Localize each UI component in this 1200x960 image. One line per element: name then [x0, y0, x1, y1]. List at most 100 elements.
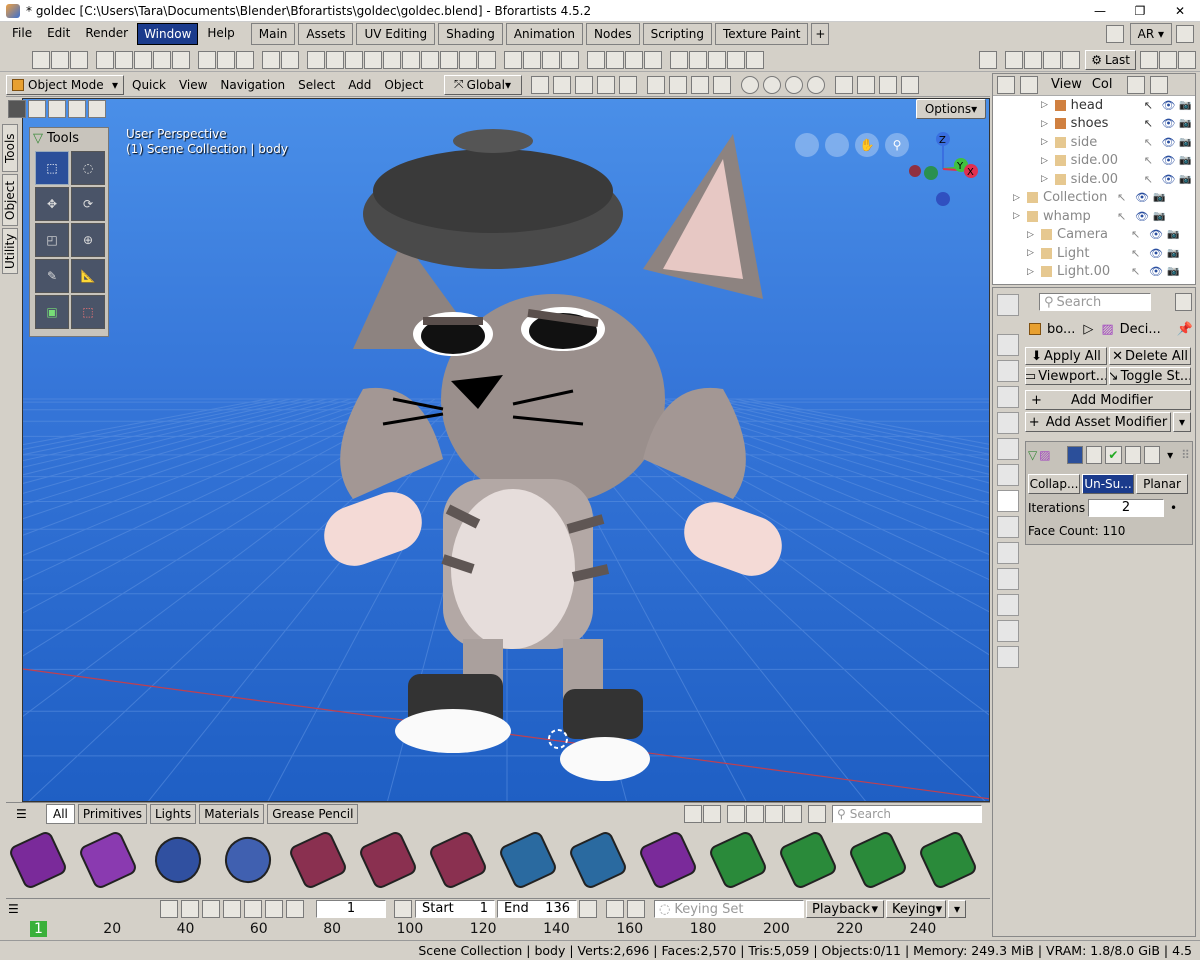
shelf-tab-grease-pencil[interactable]: Grease Pencil	[267, 804, 359, 824]
shelf-search-input[interactable]: ⚲ Search	[832, 805, 982, 823]
frame-icon[interactable]	[900, 75, 919, 94]
timeline-menu-icon[interactable]: ☰	[8, 902, 158, 916]
tab-utility-side[interactable]: Utility	[2, 228, 18, 274]
outliner-row[interactable]: ▷ side ↖ 👁 📷	[993, 133, 1195, 152]
local-view-icon[interactable]	[878, 75, 897, 94]
editor-type-icon[interactable]	[997, 75, 1015, 94]
mode-collapse-button[interactable]: Collap...	[1028, 474, 1080, 494]
screen-icon[interactable]	[1062, 50, 1081, 69]
jump-end-icon[interactable]	[265, 900, 283, 918]
shading-material-icon[interactable]	[784, 75, 803, 94]
edit-mode-toggle-icon[interactable]	[1066, 446, 1083, 464]
outliner-row[interactable]: ▷ whamp ↖ 👁 📷	[993, 207, 1195, 226]
play-reverse-icon[interactable]	[202, 900, 220, 918]
overlay-icon[interactable]	[690, 75, 709, 94]
selectable-icon[interactable]: ↖	[1144, 117, 1162, 130]
open-file-icon[interactable]	[51, 50, 69, 69]
asset-item[interactable]	[776, 825, 840, 895]
visibility-eye-icon[interactable]: 👁	[1149, 265, 1167, 278]
render-camera-icon[interactable]: 📷	[1179, 137, 1195, 148]
shading-solid-icon[interactable]	[762, 75, 781, 94]
asset-item[interactable]	[356, 825, 420, 895]
frame-clock-icon[interactable]	[394, 900, 412, 918]
physics-properties-icon[interactable]	[997, 542, 1019, 564]
selectability-icon[interactable]	[646, 75, 665, 94]
render-camera-icon[interactable]: 📷	[1167, 248, 1183, 259]
select-tool-icon[interactable]: ⬚	[35, 151, 69, 185]
shelf-display-icon[interactable]	[727, 805, 745, 823]
material-sphere-icon[interactable]	[606, 50, 624, 69]
properties-options-icon[interactable]	[1174, 293, 1192, 311]
region-icon[interactable]	[1140, 50, 1158, 69]
folder-icon[interactable]	[96, 50, 114, 69]
camera-add-icon[interactable]	[459, 50, 477, 69]
select-all-icon[interactable]	[670, 50, 688, 69]
selectable-icon[interactable]: ↖	[1131, 228, 1149, 241]
tab-uv-editing[interactable]: UV Editing	[356, 23, 436, 45]
expand-arrow-icon[interactable]: ▷	[1041, 174, 1055, 184]
shelf-menu-icon[interactable]: ☰	[16, 807, 46, 821]
loop-icon[interactable]	[286, 900, 304, 918]
menu-object[interactable]: Object	[379, 75, 428, 95]
menu-quick[interactable]: Quick	[127, 75, 171, 95]
expand-arrow-icon[interactable]: ▷	[1041, 156, 1055, 166]
undo-history-icon[interactable]	[236, 50, 254, 69]
render-animation-icon[interactable]	[281, 50, 299, 69]
select-circle-tool-icon[interactable]: ◌	[71, 151, 105, 185]
modifier-properties-icon[interactable]	[997, 490, 1019, 512]
jump-key-back-icon[interactable]	[181, 900, 199, 918]
expand-arrow-icon[interactable]: ▷	[1027, 267, 1041, 277]
outliner-menu-view[interactable]: View	[1051, 77, 1082, 92]
proportional-icon[interactable]	[596, 75, 615, 94]
light-add-icon[interactable]	[478, 50, 496, 69]
viewport-check-icon[interactable]: ✔	[1105, 446, 1122, 464]
tab-nodes[interactable]: Nodes	[586, 23, 640, 45]
gizmo-icon[interactable]	[668, 75, 687, 94]
auto-keying-record-icon[interactable]	[627, 900, 645, 918]
shelf-filter-icon[interactable]	[684, 805, 702, 823]
snap-icon[interactable]	[552, 75, 571, 94]
visibility-eye-icon[interactable]: 👁	[1149, 247, 1167, 260]
tab-shading[interactable]: Shading	[438, 23, 503, 45]
measure-tool-icon[interactable]: 📐	[71, 259, 105, 293]
render-camera-icon[interactable]: 📷	[1153, 211, 1169, 222]
outliner-row[interactable]: ▷ head ↖ 👁 📷	[993, 96, 1195, 115]
world-properties-icon[interactable]	[997, 438, 1019, 460]
selectable-icon[interactable]: ↖	[1144, 136, 1162, 149]
pivot-icon[interactable]	[530, 75, 549, 94]
texture-properties-icon[interactable]	[997, 646, 1019, 668]
expand-arrow-icon[interactable]: ▷	[1041, 100, 1055, 110]
render-camera-icon[interactable]: 📷	[1167, 266, 1183, 277]
selectable-icon[interactable]: ↖	[1144, 154, 1162, 167]
maximize-button[interactable]: ❐	[1120, 4, 1160, 18]
add-primitive-tool-icon[interactable]: ⬚	[71, 295, 105, 329]
mode-planar-button[interactable]: Planar	[1136, 474, 1188, 494]
add-cube-tool-icon[interactable]: ▣	[35, 295, 69, 329]
outliner-menu-col[interactable]: Col	[1092, 77, 1113, 92]
render-preview-icon[interactable]	[644, 50, 662, 69]
history-icon[interactable]	[1043, 50, 1062, 69]
empty-icon[interactable]	[440, 50, 458, 69]
surface-icon[interactable]	[345, 50, 363, 69]
axis-gizmo[interactable]: Z Y X	[903, 129, 983, 209]
outliner-row[interactable]: ▷ Collection ↖ 👁 📷	[993, 189, 1195, 208]
import-icon[interactable]	[153, 50, 171, 69]
selectable-icon[interactable]: ↖	[1117, 191, 1135, 204]
menu-select[interactable]: Select	[293, 75, 340, 95]
tab-animation[interactable]: Animation	[505, 23, 584, 45]
undo-icon[interactable]	[198, 50, 216, 69]
select-circle-icon[interactable]	[746, 50, 764, 69]
pin-icon[interactable]: 📌	[1177, 322, 1193, 337]
new-file-icon[interactable]	[32, 50, 50, 69]
visibility-eye-icon[interactable]: 👁	[1161, 99, 1179, 112]
tab-scripting[interactable]: Scripting	[642, 23, 712, 45]
lattice-icon[interactable]	[421, 50, 439, 69]
selectable-icon[interactable]: ↖	[1131, 247, 1149, 260]
current-frame-input[interactable]: 1	[316, 900, 386, 918]
outliner-row[interactable]: ▷ shoes ↖ 👁 📷	[993, 115, 1195, 134]
auto-keying-icon[interactable]	[606, 900, 624, 918]
link-icon[interactable]	[504, 50, 522, 69]
annotate-tool-icon[interactable]: ✎	[35, 259, 69, 293]
curve-icon[interactable]	[326, 50, 344, 69]
iterations-input[interactable]: 2	[1088, 499, 1164, 517]
